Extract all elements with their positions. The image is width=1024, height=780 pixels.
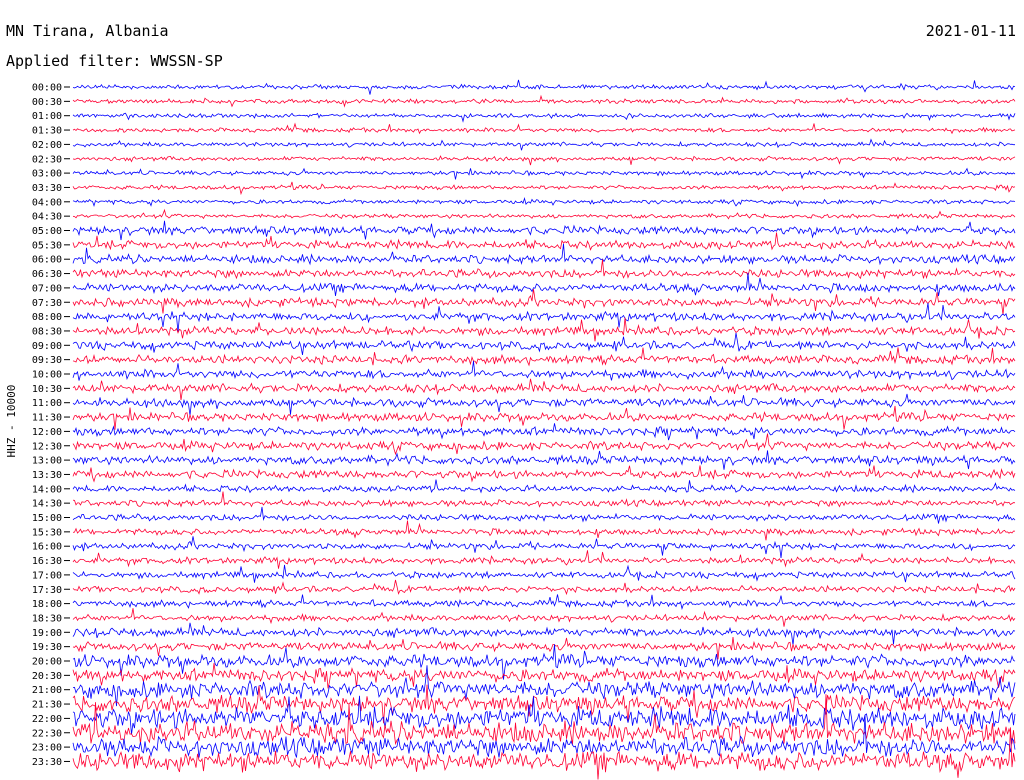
trace-line (72, 112, 1016, 123)
row-time-label: 22:30 (32, 728, 62, 739)
row-time-label: 23:30 (32, 757, 62, 768)
trace-line (72, 520, 1016, 541)
row-time-label: 04:30 (32, 212, 62, 223)
trace-line (72, 208, 1016, 220)
row-time-label: 11:30 (32, 413, 62, 424)
row-time-label: 11:00 (32, 398, 62, 409)
row-time-label: 01:30 (32, 126, 62, 137)
trace-line (72, 317, 1016, 342)
row-time-label: 14:30 (32, 499, 62, 510)
row-time-label: 03:30 (32, 183, 62, 194)
row-time-label: 18:00 (32, 599, 62, 610)
trace-line (72, 259, 1016, 280)
trace-line (72, 622, 1016, 646)
trace-line (72, 167, 1016, 180)
helicorder-plot: 00:00 00:30 01:00 01:30 02:00 02:30 03:00 03:30… (32, 79, 1016, 780)
row-time-label: 09:30 (32, 355, 62, 366)
row-time-label: 10:30 (32, 384, 62, 395)
row-time-label: 23:00 (32, 743, 62, 754)
trace-line (72, 220, 1016, 241)
row-time-label: 06:00 (32, 255, 62, 266)
trace-line (72, 479, 1016, 494)
row-time-label: 17:30 (32, 585, 62, 596)
row-time-label: 16:30 (32, 556, 62, 567)
row-time-label: 12:00 (32, 427, 62, 438)
trace-line (72, 506, 1016, 524)
trace-line (72, 579, 1016, 596)
row-time-label: 15:00 (32, 513, 62, 524)
row-time-label: 02:30 (32, 154, 62, 165)
row-time-label: 22:00 (32, 714, 62, 725)
trace-line (72, 405, 1016, 430)
row-time-label: 21:00 (32, 685, 62, 696)
trace-line (72, 243, 1016, 266)
row-time-label: 08:30 (32, 326, 62, 337)
row-time-label: 00:00 (32, 83, 62, 94)
trace-line (72, 138, 1015, 151)
row-time-label: 10:00 (32, 370, 62, 381)
row-time-label: 05:00 (32, 226, 62, 237)
row-time-label: 19:00 (32, 628, 62, 639)
row-time-label: 21:30 (32, 700, 62, 711)
trace-line (72, 665, 1016, 707)
row-time-label: 03:00 (32, 169, 62, 180)
row-time-label: 15:30 (32, 527, 62, 538)
row-time-label: 19:30 (32, 642, 62, 653)
trace-line (72, 232, 1016, 251)
row-time-label: 14:00 (32, 484, 62, 495)
row-time-label: 02:00 (32, 140, 62, 151)
trace-line (72, 196, 1016, 208)
trace-line (72, 378, 1016, 401)
row-time-label: 07:30 (32, 298, 62, 309)
trace-line (72, 550, 1016, 569)
row-time-label: 06:30 (32, 269, 62, 280)
row-time-label: 00:30 (32, 97, 62, 108)
trace-line (72, 122, 1016, 135)
trace-line (72, 491, 1016, 508)
trace-line (72, 347, 1016, 367)
trace-line (72, 594, 1016, 610)
row-time-label: 07:00 (32, 283, 62, 294)
trace-line (72, 272, 1016, 297)
trace-line (72, 393, 1016, 416)
trace-line (72, 302, 1016, 333)
row-time-label: 13:30 (32, 470, 62, 481)
row-time-label: 17:00 (32, 570, 62, 581)
trace-line (72, 94, 1016, 108)
trace-line (72, 564, 1016, 583)
row-time-label: 08:00 (32, 312, 62, 323)
row-time-label: 13:00 (32, 456, 62, 467)
row-time-label: 20:30 (32, 671, 62, 682)
row-time-label: 04:00 (32, 197, 62, 208)
row-time-label: 16:00 (32, 542, 62, 553)
trace-line (72, 536, 1016, 559)
trace-line (72, 79, 1016, 95)
row-time-label: 09:00 (32, 341, 62, 352)
trace-line (72, 433, 1016, 456)
trace-line (72, 423, 1016, 441)
row-time-label: 12:30 (32, 441, 62, 452)
trace-line (72, 465, 1016, 483)
trace-line (72, 608, 1016, 627)
trace-line (72, 360, 1016, 381)
row-time-label: 05:30 (32, 240, 62, 251)
row-time-label: 18:30 (32, 613, 62, 624)
trace-line (72, 288, 1016, 315)
trace-line (72, 332, 1016, 355)
trace-line (72, 637, 1016, 660)
trace-line (72, 181, 1016, 196)
trace-line (72, 155, 1016, 166)
row-time-label: 20:00 (32, 657, 62, 668)
trace-line (72, 663, 1016, 689)
row-time-label: 01:00 (32, 111, 62, 122)
